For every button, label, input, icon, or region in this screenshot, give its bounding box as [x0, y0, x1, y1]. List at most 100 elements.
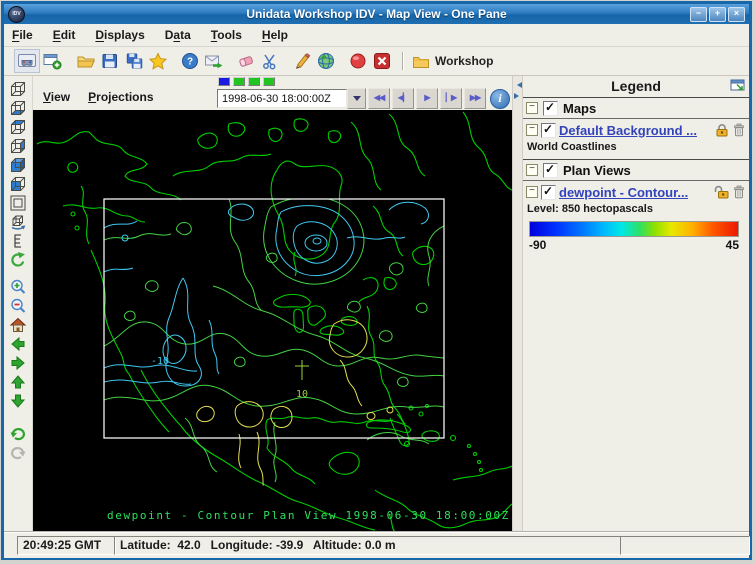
- contour-label-low: -10: [151, 356, 169, 367]
- zoom-out-button[interactable]: [7, 296, 29, 315]
- play-button[interactable]: [416, 88, 438, 109]
- close-button[interactable]: [728, 6, 745, 22]
- save-bundle-button[interactable]: [98, 50, 122, 72]
- split-pane-divider[interactable]: [512, 76, 523, 532]
- maps-section-header: Maps: [523, 98, 749, 119]
- favorites-button[interactable]: [146, 50, 170, 72]
- trash-icon[interactable]: [733, 123, 745, 137]
- star-icon: [148, 52, 168, 70]
- map-view-panel: View Projections 1998-06-30 18:00:00Z ◀◀…: [33, 76, 512, 532]
- collapse-plan-views-button[interactable]: [526, 164, 538, 176]
- redo-button[interactable]: [7, 442, 29, 461]
- menu-tools[interactable]: Tools: [211, 28, 242, 42]
- combo-dropdown-arrow[interactable]: [347, 88, 366, 109]
- animation-properties-button[interactable]: i: [490, 88, 510, 109]
- plan-views-section-header: Plan Views: [523, 159, 749, 181]
- collapse-maps-button[interactable]: [526, 102, 538, 114]
- plan-views-visibility-checkbox[interactable]: [543, 162, 558, 178]
- cube-solid-button[interactable]: [7, 155, 29, 174]
- cube-top-face-button[interactable]: [7, 117, 29, 136]
- save-as-button[interactable]: [122, 50, 146, 72]
- dewpoint-colorbar[interactable]: [529, 221, 739, 237]
- colorbar-max-label: 45: [725, 238, 739, 252]
- step-forward-button[interactable]: [440, 88, 462, 109]
- trash-icon[interactable]: [733, 185, 745, 199]
- minimize-button[interactable]: [690, 6, 707, 22]
- idv-main-window: IDV Unidata Workshop IDV - Map View - On…: [1, 1, 752, 560]
- contour-label-high: 10: [296, 389, 308, 400]
- time-step[interactable]: [233, 77, 245, 86]
- remove-all-displays-button[interactable]: [370, 50, 394, 72]
- show-globe-button[interactable]: [314, 50, 338, 72]
- maps-visibility-checkbox[interactable]: [543, 100, 558, 116]
- float-legend-button[interactable]: [730, 78, 746, 93]
- cut-displays-button[interactable]: [258, 50, 282, 72]
- cube-west-face-button[interactable]: [7, 174, 29, 193]
- time-step[interactable]: [263, 77, 275, 86]
- clock-display: 20:49:25 GMT: [17, 536, 116, 555]
- set-projection-region-button[interactable]: [7, 193, 29, 212]
- item-visibility-checkbox[interactable]: [541, 184, 556, 200]
- lock-open-icon[interactable]: [714, 185, 729, 199]
- map-display[interactable]: -10 10: [33, 110, 512, 532]
- rotate-view-button[interactable]: [7, 212, 29, 231]
- new-window-button[interactable]: [40, 50, 64, 72]
- maximize-button[interactable]: [709, 6, 726, 22]
- legend-panel: Legend Maps Default Background ... World…: [523, 76, 749, 532]
- open-bundle-button[interactable]: [74, 50, 98, 72]
- plan-views-section-label: Plan Views: [563, 162, 631, 178]
- cube-bottom-face-button[interactable]: [7, 98, 29, 117]
- window-title: Unidata Workshop IDV - Map View - One Pa…: [246, 7, 507, 21]
- stop-icon: [348, 52, 368, 70]
- contour-marker: [295, 360, 309, 380]
- map-display-area[interactable]: -10 10 dewpoint - Contour Plan View 1998…: [33, 110, 512, 532]
- title-bar[interactable]: IDV Unidata Workshop IDV - Map View - On…: [4, 4, 749, 24]
- time-select-combobox[interactable]: 1998-06-30 18:00:00Z: [217, 89, 347, 108]
- pan-down-button[interactable]: [7, 391, 29, 410]
- menu-edit[interactable]: Edit: [53, 28, 76, 42]
- cancel-loads-button[interactable]: [346, 50, 370, 72]
- vertical-range-button[interactable]: [7, 231, 29, 250]
- svg-text:?: ?: [187, 57, 193, 68]
- menu-file[interactable]: File: [12, 28, 33, 42]
- menu-view[interactable]: View: [43, 90, 70, 104]
- menu-help[interactable]: Help: [262, 28, 288, 42]
- edit-formulas-button[interactable]: [290, 50, 314, 72]
- collapse-left-icon[interactable]: [514, 82, 522, 88]
- erase-displays-button[interactable]: [234, 50, 258, 72]
- menu-projections[interactable]: Projections: [88, 90, 153, 104]
- collapse-item-button[interactable]: [526, 124, 538, 136]
- menu-data[interactable]: Data: [165, 28, 191, 42]
- menu-displays[interactable]: Displays: [95, 28, 144, 42]
- undo-button[interactable]: [7, 423, 29, 442]
- go-to-end-button[interactable]: [464, 88, 486, 109]
- time-step-current[interactable]: [218, 77, 230, 86]
- collapse-right-icon[interactable]: [514, 93, 522, 99]
- collapse-item-button[interactable]: [526, 186, 538, 198]
- show-dashboard-button[interactable]: [14, 49, 40, 73]
- perspective-view-button[interactable]: [7, 79, 29, 98]
- lock-closed-icon[interactable]: [714, 123, 729, 137]
- go-to-start-button[interactable]: [368, 88, 390, 109]
- workshop-button[interactable]: Workshop: [412, 54, 493, 69]
- dewpoint-contour-link[interactable]: dewpoint - Contour...: [559, 185, 688, 200]
- support-request-button[interactable]: [202, 50, 226, 72]
- pan-right-button[interactable]: [7, 353, 29, 372]
- desktop: { "window": { "title": "Unidata Workshop…: [0, 0, 755, 564]
- pan-up-button[interactable]: [7, 372, 29, 391]
- step-back-button[interactable]: [392, 88, 414, 109]
- zoom-in-button[interactable]: [7, 277, 29, 296]
- item-visibility-checkbox[interactable]: [541, 122, 556, 138]
- help-button[interactable]: ?: [178, 50, 202, 72]
- reset-view-home-button[interactable]: [7, 315, 29, 334]
- pan-left-button[interactable]: [7, 334, 29, 353]
- time-step[interactable]: [248, 77, 260, 86]
- auto-rotate-button[interactable]: [7, 250, 29, 269]
- mail-send-icon: [204, 52, 224, 70]
- cube-east-face-button[interactable]: [7, 136, 29, 155]
- open-folder-icon: [76, 52, 96, 70]
- default-background-link[interactable]: Default Background ...: [559, 123, 697, 138]
- cursor-position-display: Latitude: 42.0 Longitude: -39.9 Altitude…: [114, 536, 621, 555]
- colorbar-range: -90 45: [523, 237, 749, 252]
- eraser-icon: [236, 52, 256, 70]
